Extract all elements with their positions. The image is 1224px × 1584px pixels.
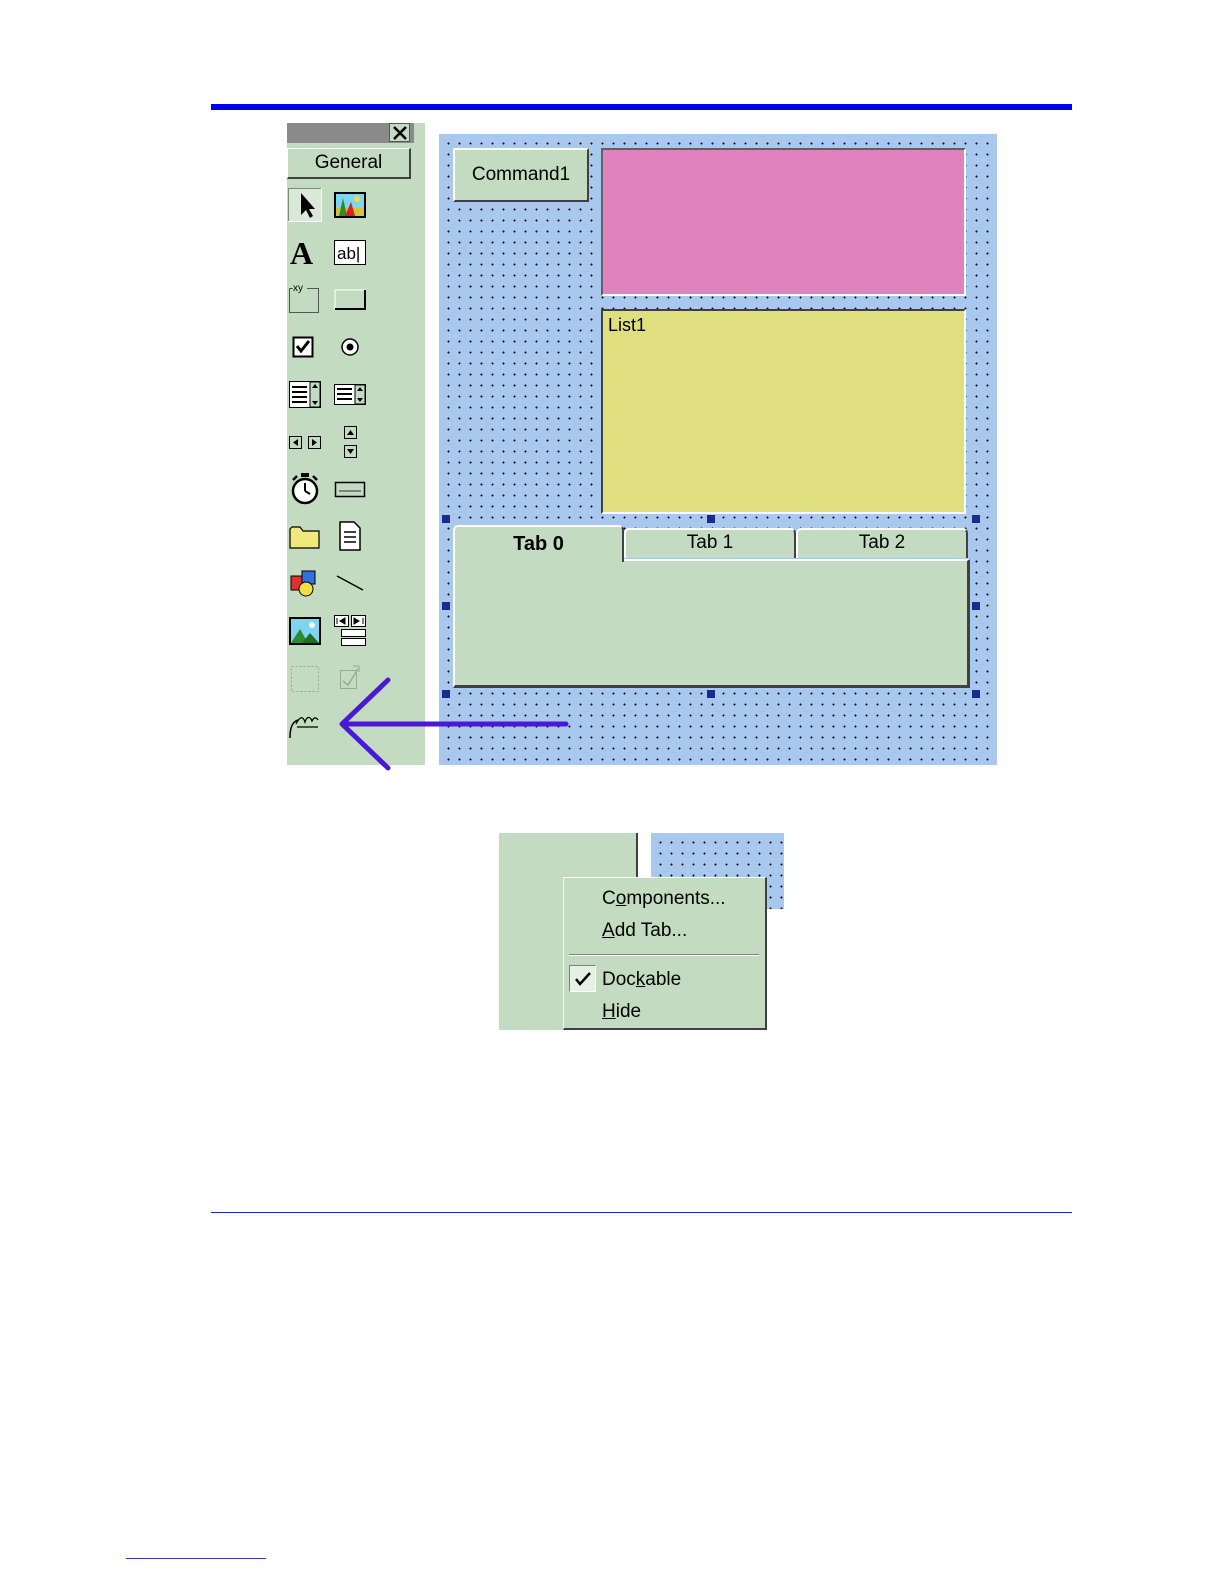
file-icon — [339, 521, 361, 551]
vscrollbar-tool[interactable] — [333, 425, 367, 459]
toolbox-close-button[interactable] — [389, 123, 410, 142]
line-tool[interactable] — [333, 566, 367, 600]
picturebox-tool[interactable] — [333, 188, 367, 222]
optionbutton-icon — [341, 338, 359, 356]
custom-control-tool[interactable] — [288, 708, 322, 742]
data-icon — [334, 615, 366, 646]
tab-1[interactable]: Tab 1 — [624, 528, 796, 558]
frame-tool[interactable]: xy — [288, 281, 322, 315]
footnote-rule — [126, 1558, 266, 1559]
resize-handle-top-left[interactable] — [442, 515, 450, 523]
image-icon — [289, 617, 321, 645]
timer-icon — [291, 473, 319, 505]
shape-tool[interactable] — [288, 566, 322, 600]
svg-text:ab|: ab| — [337, 244, 360, 263]
ole-icon — [291, 666, 319, 692]
timer-tool[interactable] — [288, 472, 322, 506]
drivelistbox-icon — [334, 481, 366, 498]
listbox-tool[interactable] — [333, 377, 367, 411]
toolbox-panel: General A ab| xy — [287, 123, 425, 765]
pointer-tool[interactable] — [288, 188, 322, 222]
svg-text:xy: xy — [293, 283, 303, 294]
list1-listbox[interactable]: List1 — [601, 309, 966, 514]
bottom-rule — [211, 1212, 1072, 1213]
folder-icon — [289, 526, 320, 549]
pointer-icon — [301, 193, 315, 218]
checkbox-icon — [292, 336, 314, 358]
resize-handle-bottom[interactable] — [707, 690, 715, 698]
label-tool[interactable]: A — [288, 235, 322, 269]
menu-item-components[interactable]: Components... — [602, 888, 726, 910]
resize-handle-top-right[interactable] — [972, 515, 980, 523]
resize-handle-bottom-right[interactable] — [972, 690, 980, 698]
toolbox-context-menu: Components... Add Tab... Dockable Hide — [563, 877, 767, 1030]
optionbutton-tool[interactable] — [333, 329, 367, 363]
tabstrip-control[interactable]: Tab 0 Tab 1 Tab 2 — [453, 525, 970, 688]
dockable-check — [569, 965, 596, 992]
list1-label: List1 — [608, 315, 647, 335]
tab-0[interactable]: Tab 0 — [453, 525, 624, 562]
tab-2[interactable]: Tab 2 — [796, 528, 968, 558]
resize-handle-right[interactable] — [972, 602, 980, 610]
combobox-tool[interactable] — [288, 377, 322, 411]
svg-text:A: A — [290, 235, 313, 269]
resize-handle-top[interactable] — [707, 515, 715, 523]
hscrollbar-tool[interactable] — [288, 425, 322, 459]
hscrollbar-icon — [289, 436, 321, 449]
textbox-icon: ab| — [334, 240, 366, 265]
frame-icon: xy — [289, 283, 319, 313]
filelistbox-tool[interactable] — [333, 519, 367, 553]
annotation-arrow-icon — [339, 677, 569, 771]
tab-panel[interactable] — [453, 559, 970, 688]
line-icon — [336, 575, 364, 591]
menu-item-dockable[interactable]: Dockable — [602, 969, 681, 991]
menu-item-add-tab[interactable]: Add Tab... — [602, 920, 687, 942]
vscrollbar-icon — [344, 426, 357, 458]
data-tool[interactable] — [333, 614, 367, 648]
pink-picture-box[interactable] — [601, 148, 966, 296]
checkbox-tool[interactable] — [288, 329, 322, 363]
custom-control-icon — [289, 716, 319, 739]
shape-icon — [290, 570, 316, 597]
menu-item-hide[interactable]: Hide — [602, 1001, 641, 1023]
toolbox-tab-general[interactable]: General — [287, 148, 411, 179]
combobox-icon — [289, 381, 321, 408]
ole-tool — [288, 661, 322, 695]
commandbutton-icon — [334, 289, 366, 310]
listbox-icon — [334, 384, 366, 405]
textbox-tool[interactable]: ab| — [333, 235, 367, 269]
label-icon: A — [290, 235, 313, 269]
image-tool[interactable] — [288, 614, 322, 648]
top-rule — [211, 104, 1072, 110]
resize-handle-left[interactable] — [442, 602, 450, 610]
dirlistbox-tool[interactable] — [288, 519, 322, 553]
command1-button[interactable]: Command1 — [453, 148, 589, 202]
commandbutton-tool[interactable] — [333, 281, 367, 315]
picturebox-icon — [334, 192, 366, 218]
drivelistbox-tool[interactable] — [333, 472, 367, 506]
checkmark-icon — [575, 972, 591, 986]
menu-separator — [569, 954, 759, 956]
close-icon — [393, 126, 407, 140]
